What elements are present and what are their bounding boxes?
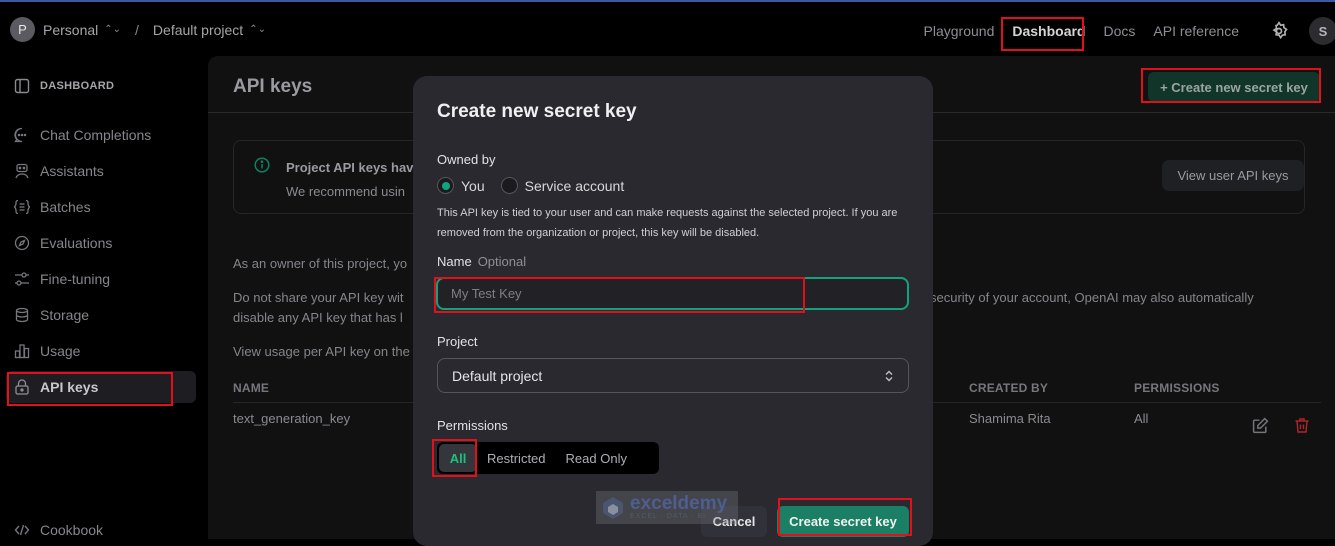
permission-all[interactable]: All [439, 444, 477, 472]
permission-restricted[interactable]: Restricted [477, 444, 556, 472]
radio-you-label[interactable]: You [461, 178, 485, 194]
breadcrumb: P Personal ⌃⌄ / Default project ⌃⌄ [10, 17, 266, 42]
sidebar-item-storage[interactable]: Storage [6, 299, 196, 331]
org-name: Personal [43, 21, 99, 38]
dialog-title: Create new secret key [437, 101, 637, 122]
robot-icon [15, 163, 29, 179]
owner-radio-group: You Service account [437, 177, 624, 194]
sidebar-item-label: Storage [40, 307, 90, 323]
name-label-text: Name [437, 254, 472, 269]
optional-hint: Optional [477, 254, 527, 269]
radio-you[interactable] [437, 177, 454, 194]
chevron-updown-icon [885, 370, 893, 381]
sidebar-header: DASHBOARD [14, 78, 114, 94]
sidebar: DASHBOARD Chat Completions Assistants Ba… [0, 56, 208, 539]
share-warning-right: security of your account, OpenAI may als… [930, 290, 1254, 305]
name-label: Name Optional [437, 254, 526, 269]
watermark-logo-icon [603, 496, 623, 519]
trash-icon[interactable] [1294, 417, 1310, 434]
owner-help-text: This API key is tied to your user and ca… [437, 207, 898, 239]
sliders-icon [15, 272, 29, 286]
org-avatar[interactable]: P [10, 17, 35, 42]
top-bar: P Personal ⌃⌄ / Default project ⌃⌄ Playg… [0, 2, 1335, 56]
usage-paragraph: View usage per API key on the [233, 344, 410, 359]
radio-service-account[interactable] [500, 177, 518, 194]
create-new-secret-key-button[interactable]: + Create new secret key [1148, 72, 1320, 102]
sidebar-item-label: Batches [40, 199, 91, 215]
nav-dashboard[interactable]: Dashboard [1012, 23, 1085, 39]
sidebar-item-label: Assistants [40, 163, 104, 179]
sidebar-item-batches[interactable]: Batches [6, 191, 196, 223]
project-select[interactable]: Default project [437, 358, 909, 393]
key-name-input[interactable] [436, 277, 909, 310]
breadcrumb-separator: / [135, 21, 139, 38]
sidebar-item-label: Usage [40, 343, 81, 359]
permission-read-only[interactable]: Read Only [556, 444, 637, 472]
notice-title: Project API keys hav [286, 160, 414, 175]
sidebar-item-assistants[interactable]: Assistants [6, 155, 196, 187]
nav-api-reference[interactable]: API reference [1153, 23, 1239, 39]
sidebar-item-label: Chat Completions [40, 127, 152, 143]
project-label: Project [437, 334, 478, 349]
key-permissions: All [1134, 411, 1149, 426]
permissions-segmented-control: All Restricted Read Only [437, 442, 659, 474]
code-icon [14, 524, 30, 536]
share-warning-line2: disable any API key that has l [233, 310, 403, 325]
edit-icon[interactable] [1252, 417, 1269, 434]
bar-chart-icon [14, 344, 30, 359]
share-warning-line1: Do not share your API key wit [233, 290, 404, 305]
owner-paragraph: As an owner of this project, yo [233, 256, 408, 271]
chat-bubble-icon [14, 127, 27, 143]
chevron-updown-icon: ⌃⌄ [104, 24, 122, 35]
sidebar-item-evaluations[interactable]: Evaluations [6, 227, 196, 259]
create-secret-key-button[interactable]: Create secret key [777, 506, 909, 537]
braces-list-icon [14, 199, 30, 215]
key-name: text_generation_key [233, 411, 351, 426]
top-nav: Playground Dashboard Docs API reference … [924, 17, 1335, 45]
database-icon [15, 307, 29, 323]
sidebar-item-label: Cookbook [40, 522, 104, 538]
info-icon [254, 157, 270, 173]
sidebar-header-label: DASHBOARD [40, 80, 115, 92]
project-select-value: Default project [452, 367, 543, 384]
owned-by-label: Owned by [437, 152, 496, 167]
notice-subtitle: We recommend usin [286, 184, 405, 199]
view-user-api-keys-button[interactable]: View user API keys [1162, 160, 1304, 191]
chevron-updown-icon: ⌃⌄ [249, 24, 266, 35]
column-header-created-by: CREATED BY [969, 381, 1049, 395]
sidebar-item-api-keys[interactable]: API keys [6, 371, 196, 403]
sidebar-item-usage[interactable]: Usage [6, 335, 196, 367]
sidebar-item-label: API keys [40, 379, 99, 395]
compass-icon [14, 235, 30, 251]
nav-playground[interactable]: Playground [924, 23, 995, 39]
sidebar-panel-icon[interactable] [14, 78, 30, 94]
key-created-by: Shamima Rita [969, 411, 1051, 426]
column-header-permissions: PERMISSIONS [1134, 381, 1220, 395]
nav-docs[interactable]: Docs [1103, 23, 1135, 39]
sidebar-item-cookbook[interactable]: Cookbook [6, 514, 196, 546]
user-avatar[interactable]: S [1309, 17, 1335, 45]
project-name: Default project [152, 21, 244, 38]
sidebar-item-label: Fine-tuning [40, 271, 111, 287]
sidebar-item-label: Evaluations [40, 235, 113, 251]
create-key-dialog: Create new secret key Owned by You Servi… [413, 76, 933, 546]
radio-service-account-label[interactable]: Service account [525, 178, 625, 194]
gear-icon[interactable] [1269, 21, 1289, 41]
project-switcher[interactable]: Default project ⌃⌄ [153, 22, 266, 38]
watermark: exceldemy EXCEL · DATA · BI [596, 491, 738, 524]
watermark-title: exceldemy [630, 493, 728, 514]
permissions-label: Permissions [437, 418, 508, 433]
page-title: API keys [233, 76, 313, 97]
column-header-name: NAME [233, 381, 270, 395]
sidebar-item-fine-tuning[interactable]: Fine-tuning [6, 263, 196, 295]
sidebar-item-chat-completions[interactable]: Chat Completions [6, 119, 196, 151]
org-switcher[interactable]: Personal ⌃⌄ [43, 22, 121, 38]
watermark-subtitle: EXCEL · DATA · BI [630, 513, 706, 520]
lock-icon [15, 379, 29, 395]
